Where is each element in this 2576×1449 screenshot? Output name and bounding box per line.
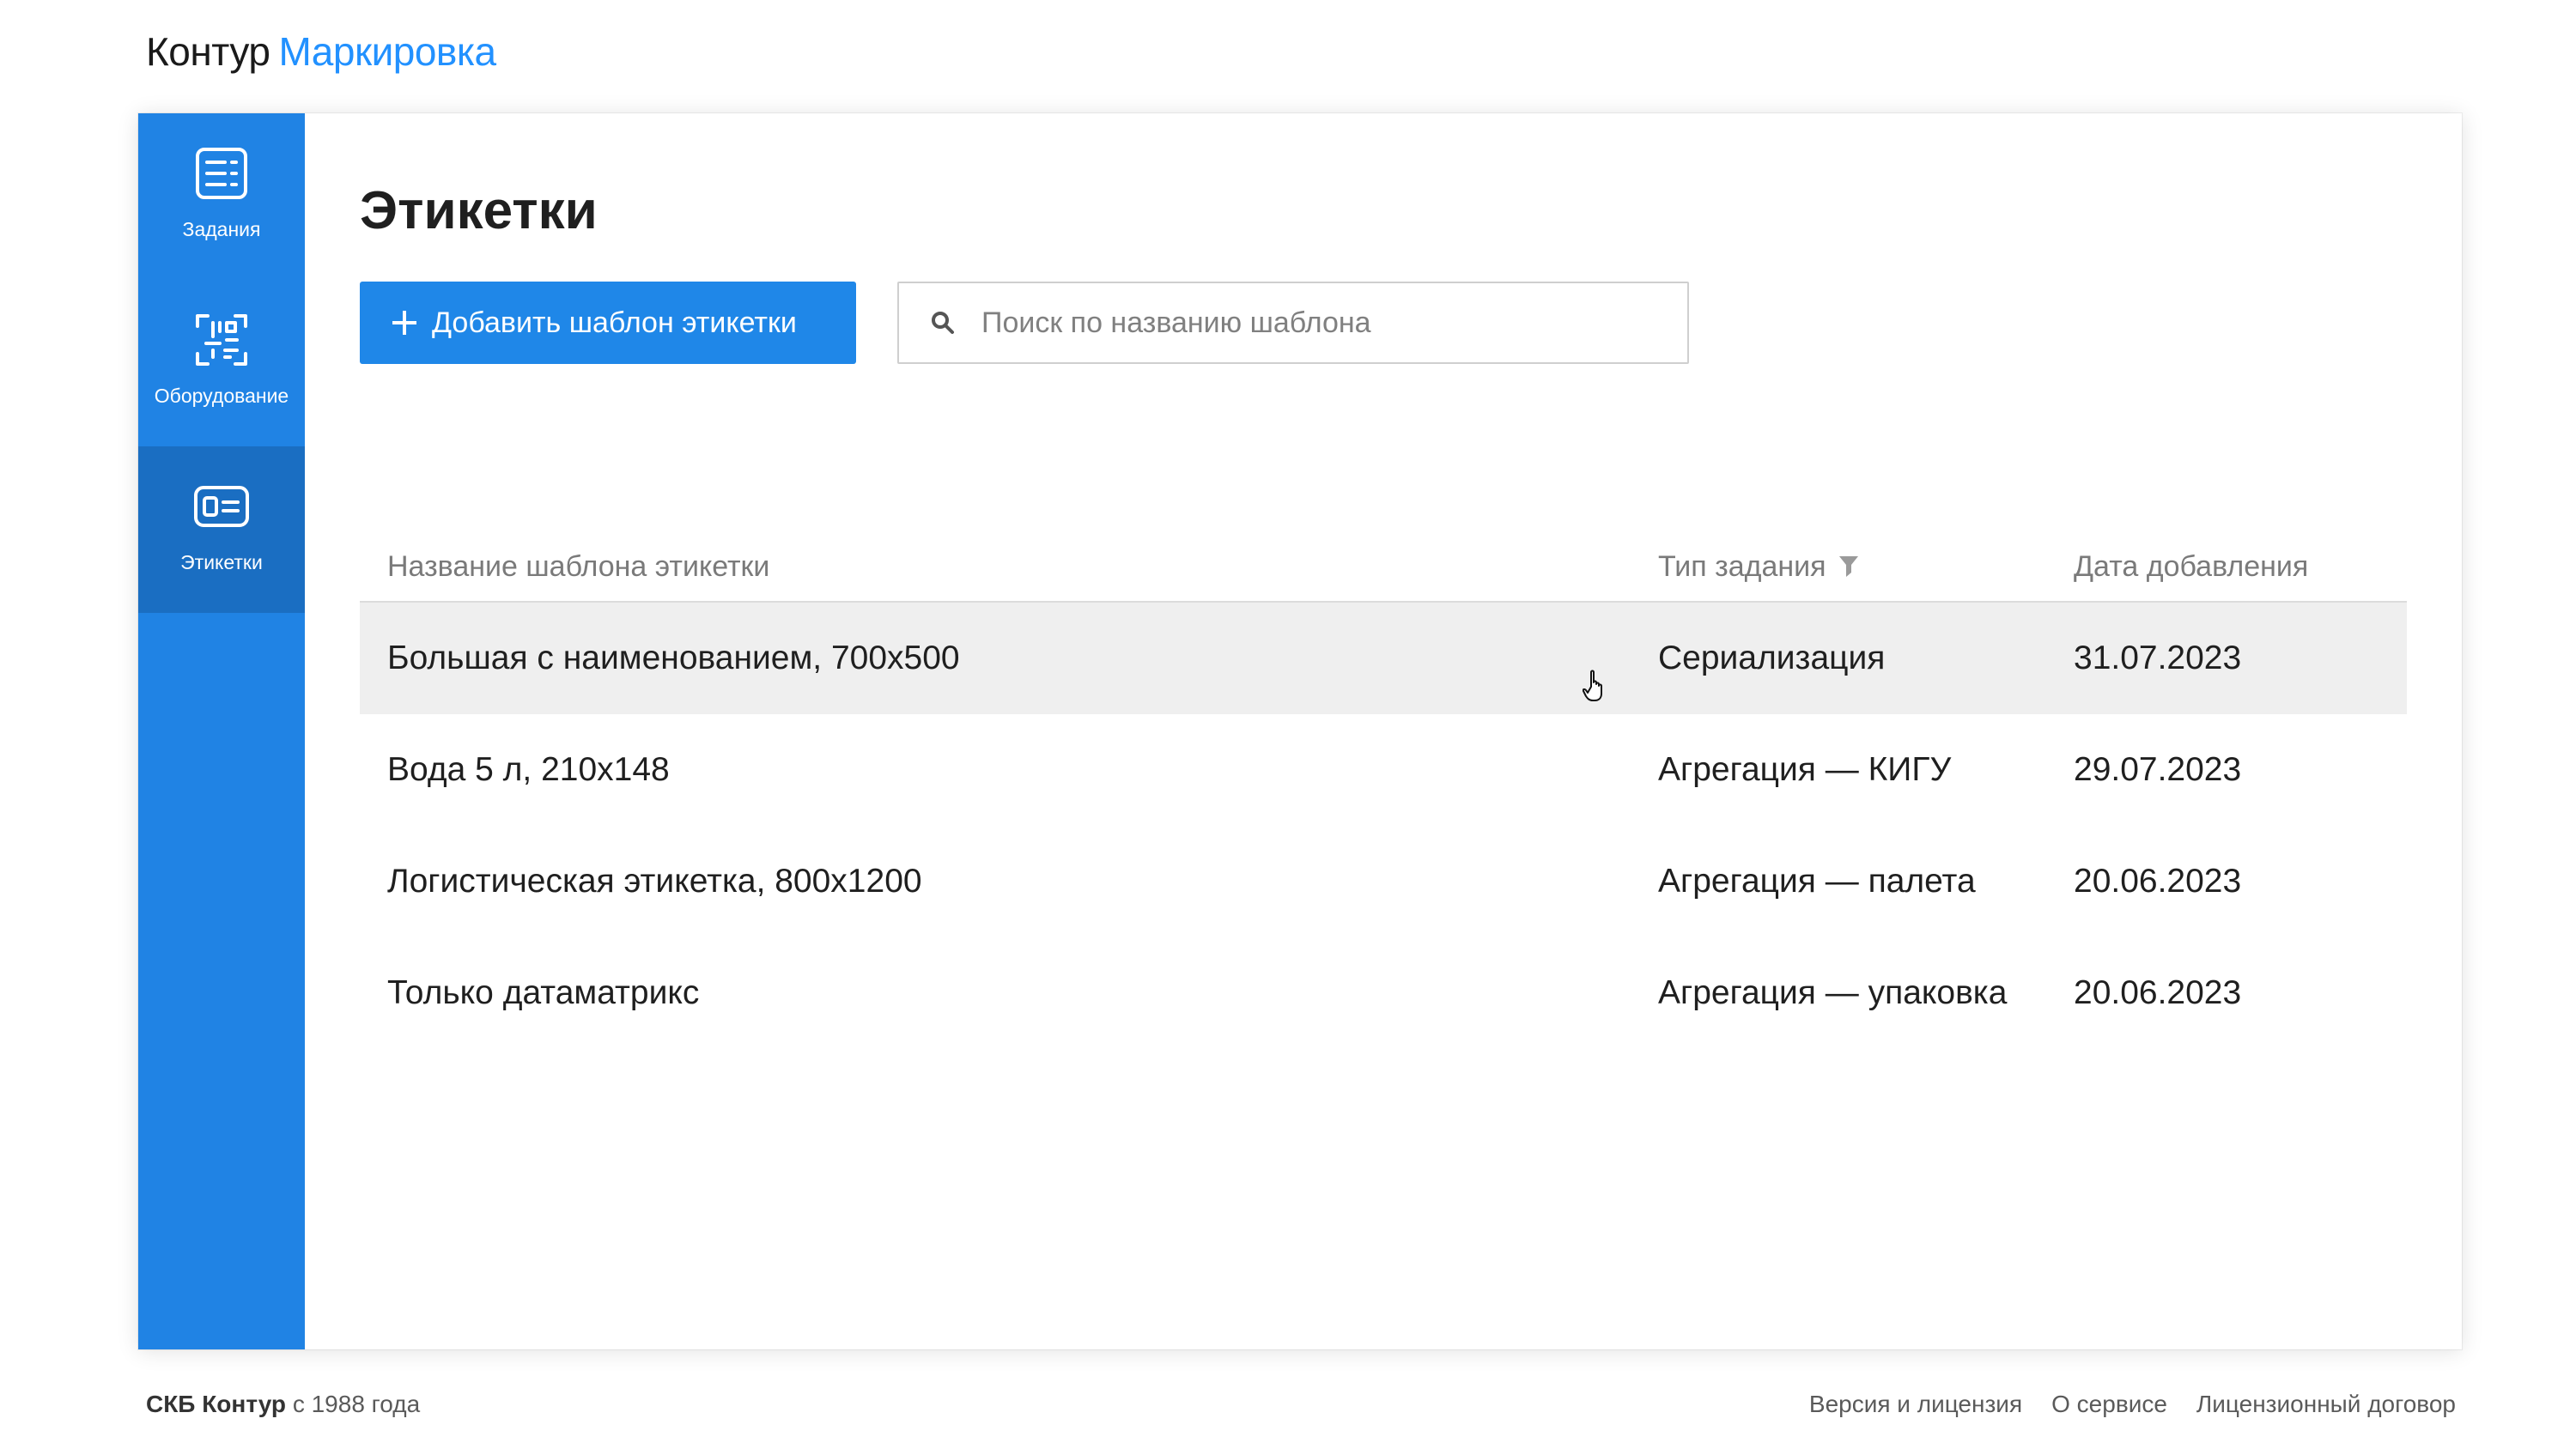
- equipment-icon: [196, 314, 247, 366]
- search-icon: [932, 312, 954, 334]
- footer-since: с 1988 года: [292, 1391, 421, 1417]
- cell-task-type: Агрегация — КИГУ: [1658, 751, 1952, 788]
- add-label-template-label: Добавить шаблон этикетки: [432, 306, 797, 339]
- sidebar-item-tasks[interactable]: Задания: [138, 113, 305, 280]
- cell-template-name: Большая с наименованием, 700x500: [387, 640, 960, 676]
- footer-link-version[interactable]: Версия и лицензия: [1809, 1391, 2022, 1418]
- table-row[interactable]: Вода 5 л, 210x148 Агрегация — КИГУ 29.07…: [360, 714, 2407, 826]
- add-label-template-button[interactable]: Добавить шаблон этикетки: [360, 282, 856, 364]
- plus-icon: [392, 311, 416, 335]
- sidebar-item-labels[interactable]: Этикетки: [138, 446, 305, 613]
- labels-table: Название шаблона этикетки Тип задания Да…: [360, 534, 2407, 1049]
- sidebar: Задания Оборудование Этикетки: [138, 113, 305, 1349]
- app-window: Задания Оборудование Этикетки Этикетки Д…: [138, 113, 2462, 1349]
- page-title: Этикетки: [360, 181, 598, 240]
- cell-date: 31.07.2023: [2074, 640, 2242, 676]
- sidebar-item-equipment[interactable]: Оборудование: [138, 280, 305, 446]
- footer-link-license[interactable]: Лицензионный договор: [2196, 1391, 2456, 1418]
- cell-task-type: Агрегация — палета: [1658, 863, 1976, 900]
- logo-product: Маркировка: [278, 29, 496, 74]
- cell-template-name: Логистическая этикетка, 800x1200: [387, 863, 922, 900]
- main-content: Этикетки Добавить шаблон этикетки Назван…: [305, 113, 2462, 1349]
- footer-copyright: СКБ Контур с 1988 года: [146, 1391, 420, 1418]
- sidebar-item-label: Этикетки: [180, 551, 263, 573]
- footer-links: Версия и лицензия О сервисе Лицензионный…: [1809, 1391, 2456, 1418]
- cell-task-type: Сериализация: [1658, 640, 1886, 676]
- cell-date: 20.06.2023: [2074, 974, 2242, 1011]
- footer: СКБ Контур с 1988 года Версия и лицензия…: [0, 1384, 2576, 1427]
- table-header: Название шаблона этикетки Тип задания Да…: [360, 534, 2407, 603]
- column-header-date: Дата добавления: [2074, 548, 2308, 585]
- sidebar-item-label: Задания: [182, 218, 261, 240]
- cell-template-name: Вода 5 л, 210x148: [387, 751, 670, 788]
- cell-date: 29.07.2023: [2074, 751, 2242, 788]
- logo-brand: Контур: [146, 29, 270, 74]
- column-header-label: Дата добавления: [2074, 550, 2309, 583]
- cell-task-type: Агрегация — упаковка: [1658, 974, 2008, 1011]
- column-header-label: Название шаблона этикетки: [387, 550, 770, 583]
- table-row[interactable]: Логистическая этикетка, 800x1200 Агрегац…: [360, 826, 2407, 937]
- table-row[interactable]: Только датаматрикс Агрегация — упаковка …: [360, 937, 2407, 1049]
- column-header-name: Название шаблона этикетки: [387, 548, 769, 585]
- table-row[interactable]: Большая с наименованием, 700x500 Сериали…: [360, 603, 2407, 714]
- filter-icon[interactable]: [1838, 555, 1859, 578]
- cell-template-name: Только датаматрикс: [387, 974, 700, 1011]
- column-header-task-type: Тип задания: [1658, 548, 1859, 585]
- column-header-label: Тип задания: [1658, 550, 1826, 583]
- cell-date: 20.06.2023: [2074, 863, 2242, 900]
- hand-cursor-icon: [1583, 670, 1602, 701]
- sidebar-item-label: Оборудование: [154, 385, 289, 407]
- app-logo[interactable]: Контур Маркировка: [146, 26, 496, 77]
- labels-icon: [194, 486, 249, 527]
- search-field[interactable]: [897, 282, 1689, 364]
- footer-link-about[interactable]: О сервисе: [2051, 1391, 2167, 1418]
- footer-company: СКБ Контур: [146, 1391, 287, 1417]
- tasks-icon: [196, 148, 247, 199]
- search-input[interactable]: [981, 288, 1687, 357]
